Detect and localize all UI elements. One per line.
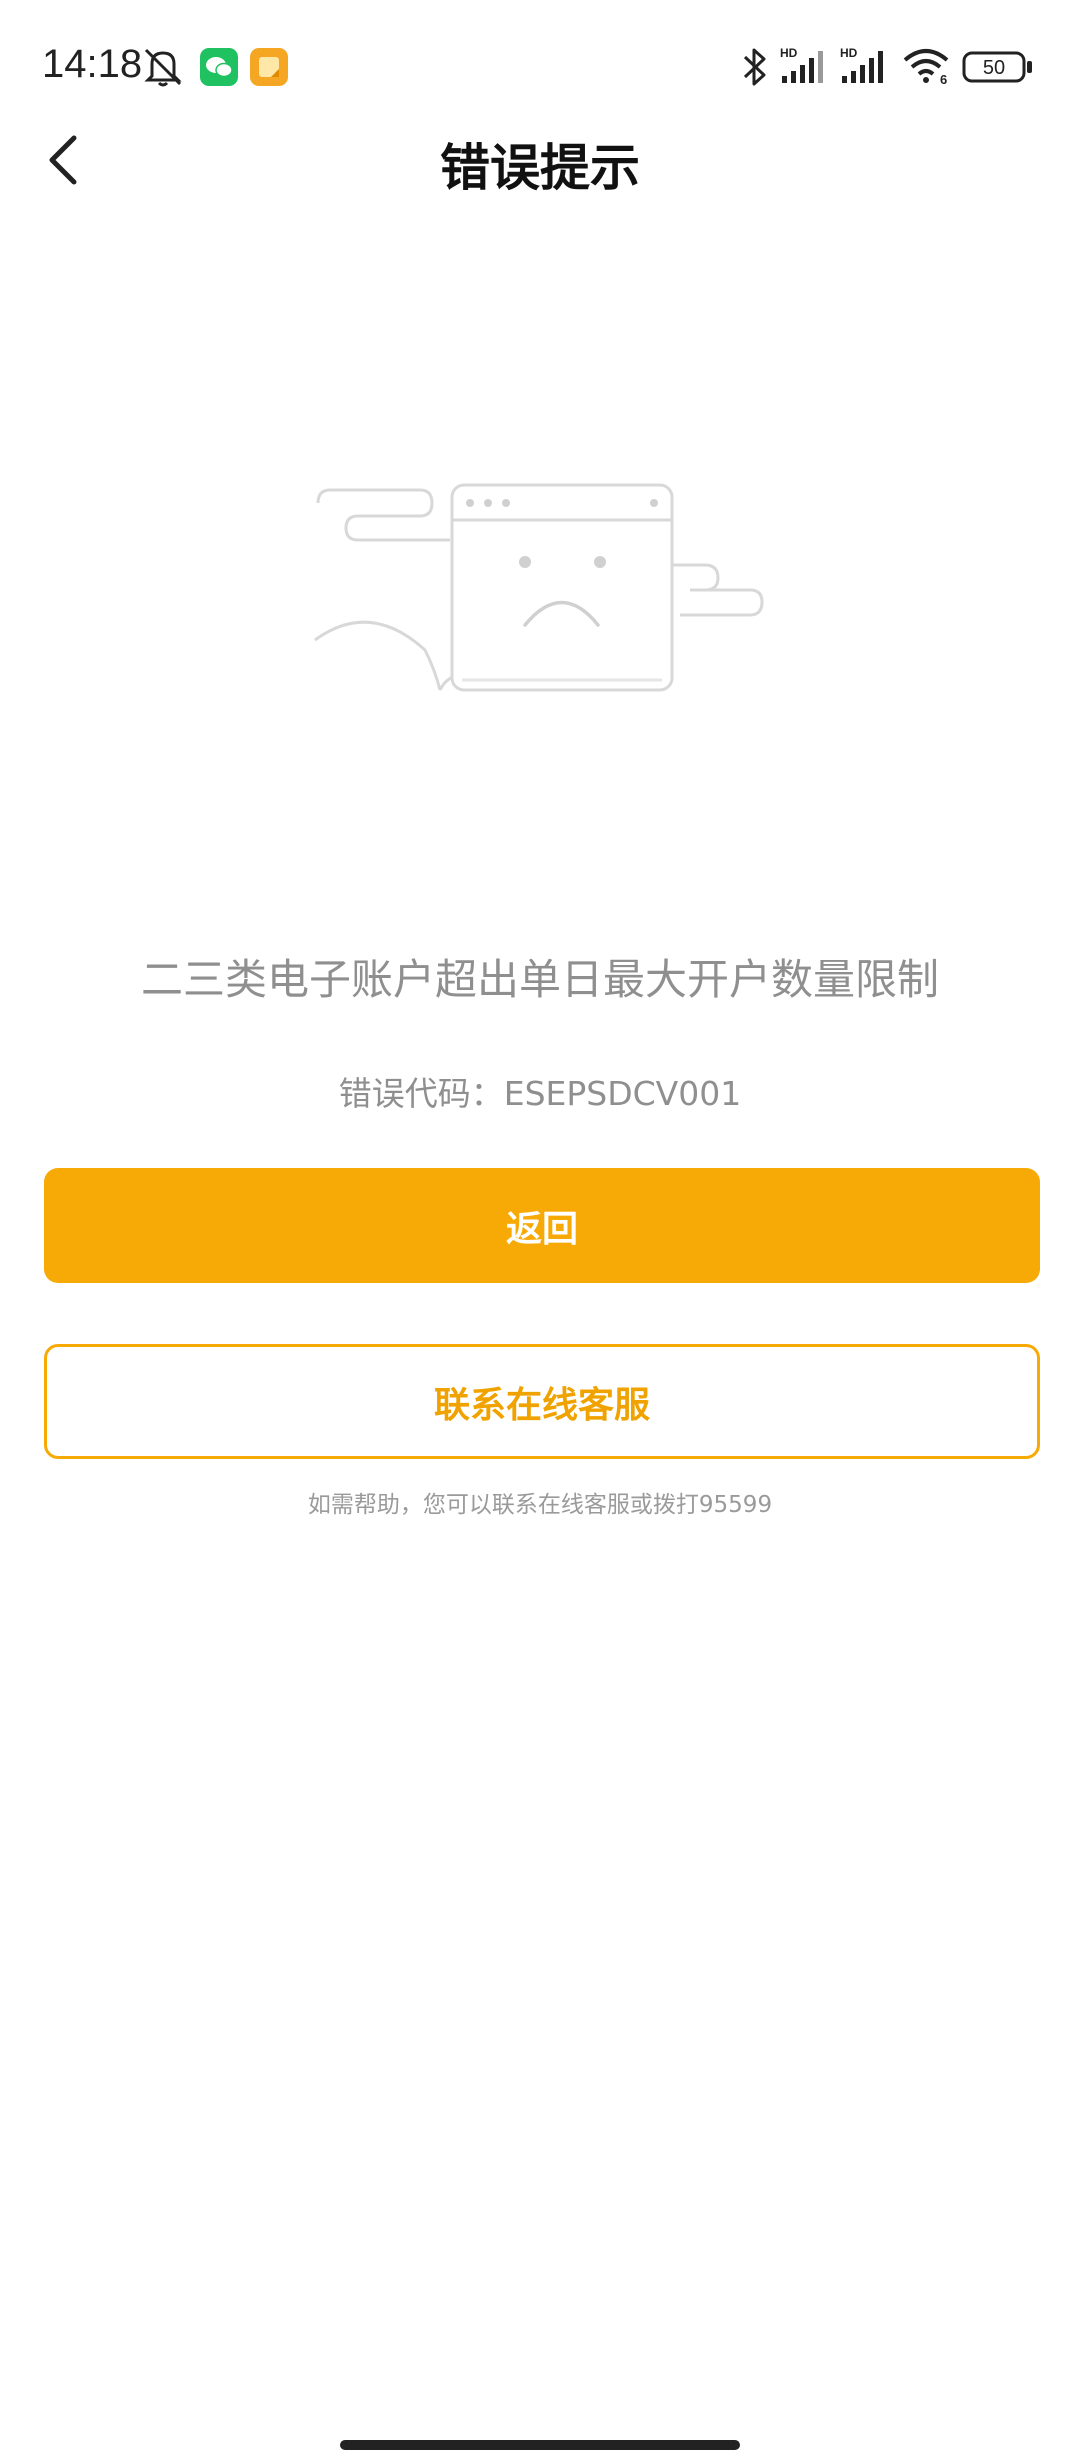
error-code: 错误代码：ESEPSDCV001 <box>338 1074 742 1113</box>
mute-bell-icon <box>140 44 186 94</box>
contact-online-service-button[interactable]: 联系在线客服 <box>44 1344 1040 1459</box>
help-text: 如需帮助，您可以联系在线客服或拨打95599 <box>307 1492 773 1518</box>
svg-text:HD: HD <box>780 46 798 60</box>
svg-text:HD: HD <box>840 46 858 60</box>
home-indicator[interactable] <box>340 2440 740 2450</box>
battery-icon: 50 <box>962 50 1034 88</box>
wifi-6-icon: 6 <box>902 46 952 90</box>
error-message: 二三类电子账户超出单日最大开户数量限制 <box>140 955 939 1004</box>
status-time: 14:18 <box>42 42 143 86</box>
notes-app-icon <box>250 48 288 90</box>
bluetooth-icon <box>740 46 770 92</box>
signal-hd-icon: HD <box>840 46 890 90</box>
page-title: 错误提示 <box>440 139 640 197</box>
svg-text:50: 50 <box>983 57 1005 79</box>
status-bar: 14:18 HD HD 6 50 <box>0 0 1080 130</box>
signal-hd-icon: HD <box>780 46 830 90</box>
contact-button-label: 联系在线客服 <box>433 1384 650 1426</box>
wechat-icon <box>200 48 238 90</box>
return-button-label: 返回 <box>505 1208 578 1250</box>
svg-text:6: 6 <box>940 72 947 86</box>
sad-browser-window-icon <box>310 480 770 710</box>
return-button[interactable]: 返回 <box>44 1168 1040 1283</box>
